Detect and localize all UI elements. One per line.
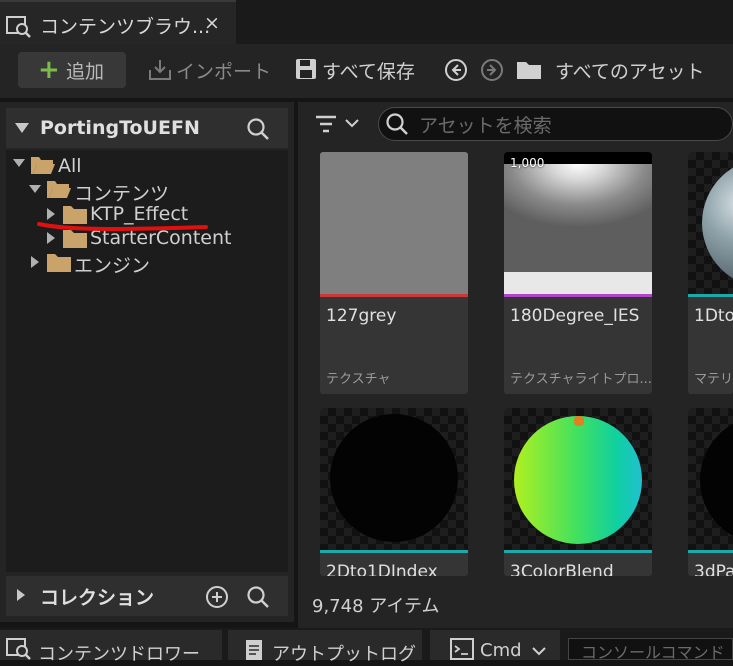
content-browser-icon (6, 14, 32, 38)
asset-type-bar (688, 294, 733, 297)
asset-type: マテリア (694, 372, 733, 387)
asset-thumbnail (320, 152, 468, 294)
folder-open-icon (30, 154, 56, 176)
tree-item-engine[interactable]: エンジン (74, 251, 150, 278)
asset-type-bar (320, 294, 468, 297)
search-icon (385, 112, 409, 136)
folder-open-icon (46, 178, 72, 200)
forward-arrow-icon[interactable] (480, 58, 504, 82)
search-icon[interactable] (246, 585, 270, 609)
cmd-dropdown[interactable]: Cmd (430, 630, 560, 661)
content-browser-icon (6, 636, 32, 660)
collapsed-triangle-icon[interactable] (16, 588, 26, 602)
asset-type-bar (504, 550, 652, 553)
save-all-button[interactable]: すべて保存 (322, 57, 415, 84)
expand-triangle-icon[interactable] (28, 184, 42, 194)
asset-type: テクスチャライトプロ... (510, 372, 652, 387)
output-log-button[interactable]: アウトプットログ (228, 630, 422, 665)
asset-tile[interactable]: 1Dto: マテリア (688, 152, 733, 394)
log-icon (244, 638, 264, 660)
asset-thumbnail (320, 408, 468, 550)
search-icon[interactable] (246, 117, 270, 141)
folder-icon (46, 251, 72, 273)
asset-name: 3dPa (694, 562, 733, 576)
asset-tile[interactable]: 1,000 180Degree_IES テクスチャライトプロ... (504, 152, 652, 394)
content-drawer-label: コンテンツドロワー (38, 644, 200, 665)
import-icon (148, 58, 174, 82)
import-button[interactable]: インポート (176, 57, 271, 84)
asset-tile[interactable]: 127grey テクスチャ (320, 152, 468, 394)
add-circle-icon[interactable] (205, 585, 229, 609)
add-button-label: 追加 (66, 61, 105, 83)
tab-content-browser[interactable]: コンテンツブラウ... × (0, 0, 236, 44)
collection-title: コレクション (40, 587, 155, 609)
asset-type-bar (504, 294, 652, 297)
tab-title: コンテンツブラウ... (40, 16, 211, 38)
asset-name: 180Degree_IES (510, 306, 640, 326)
red-annotation-underline (36, 218, 212, 234)
add-button[interactable]: + 追加 (18, 52, 126, 88)
content-drawer-button[interactable]: コンテンツドロワー (0, 630, 222, 665)
back-arrow-icon[interactable] (444, 58, 468, 82)
asset-badge: 1,000 (510, 156, 545, 170)
chevron-down-icon (532, 646, 546, 656)
tree-item-all[interactable]: All (58, 155, 82, 177)
tree-item-content[interactable]: コンテンツ (74, 179, 169, 206)
asset-tile[interactable]: 3dPa (688, 408, 733, 576)
chevron-down-icon[interactable] (345, 118, 359, 128)
item-count: 9,748 アイテム (312, 596, 440, 617)
expand-triangle-icon[interactable] (12, 158, 26, 168)
console-placeholder: コンソールコマンド (581, 643, 725, 662)
asset-name: 3ColorBlend (510, 562, 614, 576)
collapse-triangle-icon[interactable] (14, 122, 30, 134)
filter-icon[interactable] (314, 114, 338, 134)
asset-type-bar (688, 550, 733, 553)
folder-icon (516, 58, 542, 80)
asset-thumbnail: 1,000 (504, 152, 652, 294)
search-placeholder: アセットを検索 (419, 115, 552, 137)
collapsed-triangle-icon[interactable] (30, 255, 40, 269)
path-breadcrumb[interactable]: すべてのアセット (555, 57, 705, 84)
asset-name: 1Dto: (694, 306, 733, 326)
save-icon (295, 58, 317, 80)
asset-type: テクスチャ (326, 372, 391, 387)
asset-type-bar (320, 550, 468, 553)
tab-close-icon[interactable]: × (204, 12, 220, 34)
terminal-icon (450, 638, 474, 660)
cmd-label: Cmd (480, 640, 522, 661)
asset-thumbnail (688, 408, 733, 550)
asset-thumbnail (504, 408, 652, 550)
output-log-label: アウトプットログ (272, 644, 416, 665)
asset-tile[interactable]: 3ColorBlend (504, 408, 652, 576)
asset-name: 2Dto1DIndex (326, 562, 438, 576)
asset-search-input[interactable]: アセットを検索 (378, 107, 733, 141)
plus-icon: + (38, 55, 60, 85)
console-command-input[interactable]: コンソールコマンド (568, 638, 733, 662)
project-title: PortingToUEFN (40, 117, 200, 139)
asset-name: 127grey (326, 306, 397, 326)
asset-thumbnail (688, 152, 733, 294)
asset-tile[interactable]: 2Dto1DIndex (320, 408, 468, 576)
